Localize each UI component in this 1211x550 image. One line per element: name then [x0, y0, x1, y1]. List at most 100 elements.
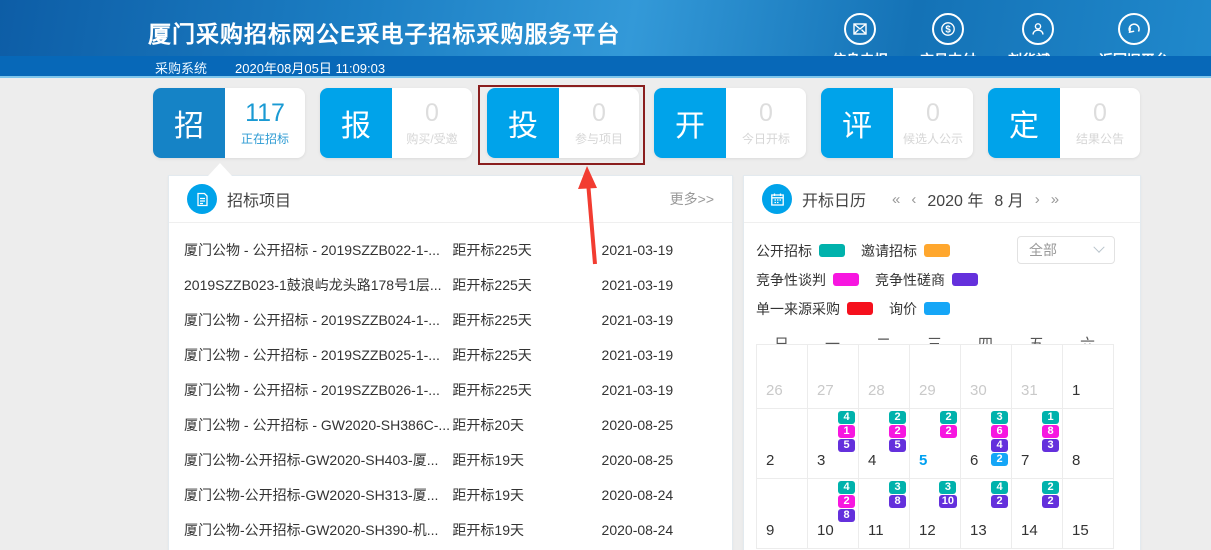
project-name: 2019SZZB023-1鼓浪屿龙头路178号1层...	[184, 275, 452, 295]
day-badges: 415	[838, 411, 855, 452]
event-count-badge: 4	[838, 481, 855, 494]
project-date: 2021-03-19	[602, 347, 696, 363]
calendar-day-12[interactable]: 12310	[910, 479, 961, 549]
calendar-icon	[762, 184, 792, 214]
document-icon	[187, 184, 217, 214]
project-name: 厦门公物-公开招标-GW2020-SH313-厦...	[184, 485, 452, 505]
calendar-day-4[interactable]: 4225	[859, 409, 910, 479]
day-number: 7	[1021, 452, 1029, 469]
event-count-badge: 3	[939, 481, 956, 494]
active-card-notch	[208, 163, 232, 176]
calendar-day-3[interactable]: 3 415	[808, 409, 859, 479]
day-badges: 428	[838, 481, 855, 522]
legend-item: 公开招标	[756, 241, 845, 261]
prev-month-button[interactable]: ‹	[911, 191, 916, 208]
day-badges: 310	[939, 481, 957, 508]
table-row[interactable]: 厦门公物-公开招标-GW2020-SH313-厦...距开标19天2020-08…	[169, 477, 732, 512]
project-name: 厦门公物 - 公开招标 - 2019SZZB024-1-...	[184, 310, 452, 330]
day-number: 26	[766, 382, 783, 399]
calendar-day-6[interactable]: 63642	[961, 409, 1012, 479]
event-count-badge: 3	[991, 411, 1008, 424]
calendar-day-9[interactable]: 9	[757, 479, 808, 549]
event-count-badge: 2	[1042, 481, 1059, 494]
stat-card-评[interactable]: 评0候选人公示	[821, 88, 973, 158]
stat-card-开[interactable]: 开0今日开标	[654, 88, 806, 158]
projects-panel-header: 招标项目 更多>>	[169, 176, 732, 223]
day-number: 9	[766, 522, 774, 539]
calendar-year: 2020	[927, 193, 963, 210]
calendar-day-30[interactable]: 30	[961, 345, 1012, 409]
project-name: 厦门公物-公开招标-GW2020-SH390-机...	[184, 520, 452, 540]
stat-card-报[interactable]: 报0购买/受邀	[320, 88, 472, 158]
table-row[interactable]: 厦门公物 - 公开招标 - 2019SZZB026-1-...距开标225天20…	[169, 372, 732, 407]
system-label: 采购系统	[155, 58, 207, 77]
next-year-button[interactable]: »	[1051, 191, 1059, 208]
calendar-day-27[interactable]: 27	[808, 345, 859, 409]
calendar-panel: 开标日历 « ‹ 2020 年 8 月 › » 公开招标邀请招标 竞争性谈判竞争…	[743, 175, 1141, 550]
event-count-badge: 2	[838, 495, 855, 508]
calendar-month: 8	[994, 193, 1003, 210]
table-row[interactable]: 2019SZZB023-1鼓浪屿龙头路178号1层...距开标225天2021-…	[169, 267, 732, 302]
table-row[interactable]: 厦门公物 - 公开招标 - 2019SZZB024-1-...距开标225天20…	[169, 302, 732, 337]
page: 厦门采购招标网公E采电子招标采购服务平台 信息申报 $ 交易支付	[0, 0, 1211, 550]
app-title: 厦门采购招标网公E采电子招标采购服务平台	[148, 15, 620, 49]
project-countdown: 距开标19天	[452, 485, 601, 505]
event-count-badge: 1	[838, 425, 855, 438]
stat-value: 0	[926, 99, 940, 128]
calendar-day-29[interactable]: 29	[910, 345, 961, 409]
calendar-day-15[interactable]: 15	[1063, 479, 1114, 549]
calendar-day-7[interactable]: 7183	[1012, 409, 1063, 479]
calendar-filter-select[interactable]: 全部	[1017, 236, 1115, 264]
calendar-day-10[interactable]: 10428	[808, 479, 859, 549]
calendar-day-31[interactable]: 31	[1012, 345, 1063, 409]
prev-year-button[interactable]: «	[892, 191, 900, 208]
calendar-day-11[interactable]: 1138	[859, 479, 910, 549]
calendar-day-1[interactable]: 1	[1063, 345, 1114, 409]
stat-key: 招	[153, 88, 225, 158]
legend-swatch	[819, 244, 845, 257]
calendar-day-2[interactable]: 2	[757, 409, 808, 479]
stat-card-投[interactable]: 投0参与项目	[487, 88, 639, 158]
calendar-day-5[interactable]: 5 22	[910, 409, 961, 479]
project-date: 2020-08-24	[602, 487, 696, 503]
day-number: 28	[868, 382, 885, 399]
more-link[interactable]: 更多>>	[670, 189, 714, 209]
stat-label: 候选人公示	[903, 130, 963, 147]
day-number: 12	[919, 522, 936, 539]
table-row[interactable]: 厦门公物-公开招标-GW2020-SH403-厦...距开标19天2020-08…	[169, 442, 732, 477]
day-number: 30	[970, 382, 987, 399]
stat-key: 投	[487, 88, 559, 158]
event-count-badge: 1	[1042, 411, 1059, 424]
projects-panel: 招标项目 更多>> 厦门公物 - 公开招标 - 2019SZZB022-1-..…	[168, 175, 733, 550]
legend-item: 竞争性谈判	[756, 270, 859, 290]
calendar-day-13[interactable]: 1342	[961, 479, 1012, 549]
stat-card-定[interactable]: 定0结果公告	[988, 88, 1140, 158]
app-header: 厦门采购招标网公E采电子招标采购服务平台 信息申报 $ 交易支付	[0, 0, 1211, 78]
day-number: 5	[919, 452, 927, 469]
next-month-button[interactable]: ›	[1035, 191, 1040, 208]
project-countdown: 距开标19天	[452, 520, 601, 540]
table-row[interactable]: 厦门公物 - 公开招标 - GW2020-SH386C-...距开标20天202…	[169, 407, 732, 442]
filter-value: 全部	[1029, 240, 1057, 260]
legend-label: 公开招标	[756, 241, 812, 261]
stat-key: 定	[988, 88, 1060, 158]
stat-label: 购买/受邀	[406, 130, 457, 147]
calendar-day-26[interactable]: 26	[757, 345, 808, 409]
legend-swatch	[952, 273, 978, 286]
day-badges: 22	[940, 411, 957, 438]
project-name: 厦门公物 - 公开招标 - 2019SZZB025-1-...	[184, 345, 452, 365]
project-countdown: 距开标225天	[452, 380, 601, 400]
calendar-day-8[interactable]: 8	[1063, 409, 1114, 479]
day-number: 6	[970, 452, 978, 469]
table-row[interactable]: 厦门公物-公开招标-GW2020-SH390-机...距开标19天2020-08…	[169, 512, 732, 547]
day-number: 3	[817, 452, 825, 469]
event-count-badge: 8	[1042, 425, 1059, 438]
table-row[interactable]: 厦门公物 - 公开招标 - 2019SZZB025-1-...距开标225天20…	[169, 337, 732, 372]
day-number: 11	[868, 522, 884, 539]
calendar-day-28[interactable]: 28	[859, 345, 910, 409]
stat-card-招[interactable]: 招117正在招标	[153, 88, 305, 158]
table-row[interactable]: 厦门公物 - 公开招标 - 2019SZZB022-1-...距开标225天20…	[169, 232, 732, 267]
header-sub-strip: 采购系统 2020年08月05日 11:09:03	[0, 56, 1211, 78]
calendar-title: 开标日历	[802, 187, 866, 211]
calendar-day-14[interactable]: 1422	[1012, 479, 1063, 549]
